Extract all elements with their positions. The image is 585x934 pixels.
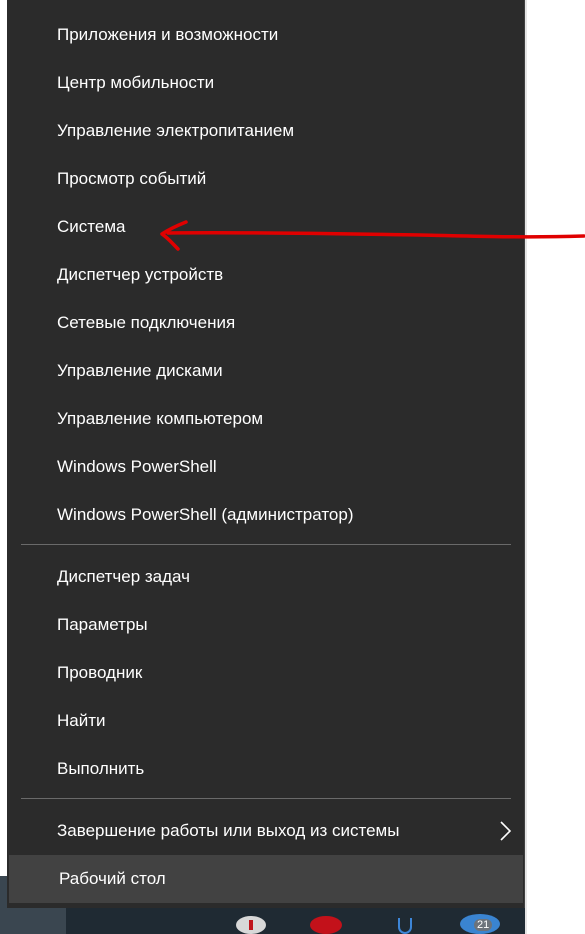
menu-item-run[interactable]: Выполнить xyxy=(7,745,525,793)
menu-item-computer-management[interactable]: Управление компьютером xyxy=(7,395,525,443)
notification-badge: 21 xyxy=(474,919,493,931)
taskbar-app-icon[interactable] xyxy=(398,918,412,934)
menu-item-power-options[interactable]: Управление электропитанием xyxy=(7,107,525,155)
menu-item-task-manager[interactable]: Диспетчер задач xyxy=(7,553,525,601)
menu-item-label: Найти xyxy=(57,711,106,730)
menu-item-label: Управление электропитанием xyxy=(57,121,295,140)
menu-item-label: Просмотр событий xyxy=(57,169,207,188)
menu-item-label: Система xyxy=(57,217,126,236)
menu-item-label: Диспетчер устройств xyxy=(57,265,224,284)
menu-item-label: Приложения и возможности xyxy=(57,25,279,44)
menu-item-search[interactable]: Найти xyxy=(7,697,525,745)
menu-item-label: Завершение работы или выход из системы xyxy=(57,821,400,840)
menu-item-label: Проводник xyxy=(57,663,143,682)
background-window-edge xyxy=(525,0,527,934)
menu-item-label: Центр мобильности xyxy=(57,73,215,92)
menu-item-shutdown-signout[interactable]: Завершение работы или выход из системы xyxy=(7,807,525,855)
menu-item-settings[interactable]: Параметры xyxy=(7,601,525,649)
menu-item-file-explorer[interactable]: Проводник xyxy=(7,649,525,697)
winx-context-menu: Приложения и возможности Центр мобильнос… xyxy=(7,0,525,908)
taskbar-app-icon[interactable] xyxy=(236,916,266,934)
menu-item-device-manager[interactable]: Диспетчер устройств xyxy=(7,251,525,299)
menu-item-system[interactable]: Система xyxy=(7,203,525,251)
menu-item-label: Диспетчер задач xyxy=(57,567,190,586)
menu-item-label: Сетевые подключения xyxy=(57,313,236,332)
menu-item-label: Рабочий стол xyxy=(59,869,166,888)
menu-item-label: Windows PowerShell (администратор) xyxy=(57,505,354,524)
menu-item-label: Параметры xyxy=(57,615,148,634)
screen: 21 Приложения и возможности Центр мобиль… xyxy=(0,0,585,934)
menu-separator xyxy=(21,544,511,545)
menu-item-powershell[interactable]: Windows PowerShell xyxy=(7,443,525,491)
menu-item-label: Windows PowerShell xyxy=(57,457,217,476)
menu-item-apps-features[interactable]: Приложения и возможности xyxy=(7,11,525,59)
menu-item-label: Выполнить xyxy=(57,759,145,778)
menu-item-powershell-admin[interactable]: Windows PowerShell (администратор) xyxy=(7,491,525,539)
menu-item-event-viewer[interactable]: Просмотр событий xyxy=(7,155,525,203)
opera-icon[interactable] xyxy=(310,916,342,934)
menu-item-label: Управление дисками xyxy=(57,361,223,380)
menu-item-desktop[interactable]: Рабочий стол xyxy=(9,855,523,903)
menu-item-disk-management[interactable]: Управление дисками xyxy=(7,347,525,395)
menu-item-label: Управление компьютером xyxy=(57,409,264,428)
chevron-right-icon xyxy=(500,821,512,841)
menu-separator xyxy=(21,798,511,799)
menu-item-mobility-center[interactable]: Центр мобильности xyxy=(7,59,525,107)
menu-item-network-connections[interactable]: Сетевые подключения xyxy=(7,299,525,347)
